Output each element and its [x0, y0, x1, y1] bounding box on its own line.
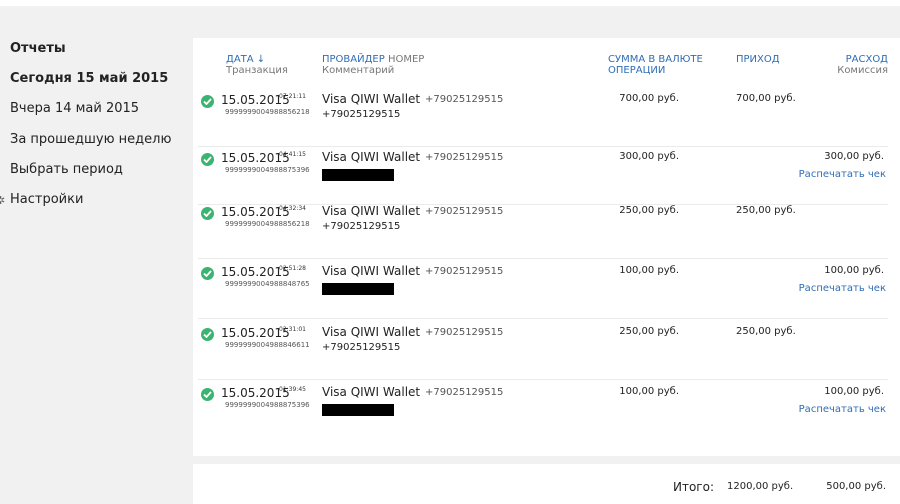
row-time: 02:31:01 [279, 326, 306, 333]
row-time: 02:51:28 [279, 265, 306, 272]
totals-label: Итого: [673, 480, 714, 494]
row-txid: 9999999004988856218 [225, 108, 310, 116]
row-expense: 300,00 руб. [824, 151, 884, 162]
row-income: 700,00 руб. [736, 93, 796, 104]
success-check-icon [201, 267, 214, 280]
row-amount: 250,00 руб. [619, 326, 679, 337]
header-amount: СУММА В ВАЛЮТЕ ОПЕРАЦИИ [608, 54, 703, 76]
row-provider: Visa QIWI Wallet [322, 264, 421, 278]
sidebar-item-settings[interactable]: Настройки [10, 192, 83, 207]
totals-footer: Итого: 1200,00 руб. 500,00 руб. [193, 464, 900, 504]
row-time: 04:41:15 [279, 151, 306, 158]
row-comment: +79025129515 [322, 342, 401, 353]
sort-amount-link-line2[interactable]: ОПЕРАЦИИ [608, 65, 665, 76]
row-expense: 100,00 руб. [824, 386, 884, 397]
row-income: 250,00 руб. [736, 326, 796, 337]
row-txid: 9999999004988856218 [225, 220, 310, 228]
header-provider: ПРОВАЙДЕР НОМЕР Комментарий [322, 54, 424, 76]
header-comment: Комментарий [322, 65, 395, 76]
row-amount: 700,00 руб. [619, 93, 679, 104]
success-check-icon [201, 95, 214, 108]
row-amount: 250,00 руб. [619, 205, 679, 216]
header-income: ПРИХОД [736, 54, 780, 65]
row-txid: 9999999004988846611 [225, 341, 310, 349]
transactions-panel: ДАТА ↓ Транзакция ПРОВАЙДЕР НОМЕР Коммен… [193, 38, 900, 456]
sort-expense-link[interactable]: РАСХОД [846, 54, 888, 65]
row-number: +79025129515 [425, 266, 504, 277]
row-provider: Visa QIWI Wallet [322, 150, 421, 164]
sidebar-item-today[interactable]: Сегодня 15 май 2015 [10, 71, 168, 86]
row-provider: Visa QIWI Wallet [322, 92, 421, 106]
sidebar-item-last-week[interactable]: За прошедшую неделю [10, 132, 171, 147]
row-provider: Visa QIWI Wallet [322, 385, 421, 399]
sidebar-item-yesterday[interactable]: Вчера 14 май 2015 [10, 101, 139, 116]
sidebar-item-select-period[interactable]: Выбрать период [10, 162, 123, 177]
header-transaction: Транзакция [226, 65, 288, 76]
table-row[interactable]: 15.05.2015 02:31:01 9999999004988846611 … [193, 320, 900, 380]
redacted-comment [322, 169, 394, 181]
row-comment: +79025129515 [322, 221, 401, 232]
header-commission: Комиссия [837, 65, 888, 76]
row-time: 04:32:34 [279, 205, 306, 212]
row-expense: 100,00 руб. [824, 265, 884, 276]
header-number: НОМЕР [387, 54, 425, 65]
row-txid: 9999999004988875396 [225, 401, 310, 409]
table-row[interactable]: 15.05.2015 01:39:45 9999999004988875396 … [193, 380, 900, 440]
row-number: +79025129515 [425, 387, 504, 398]
header-expense: РАСХОД Комиссия [837, 54, 888, 76]
top-bar [0, 0, 900, 6]
table-row[interactable]: 15.05.2015 02:51:28 9999999004988848765 … [193, 259, 900, 319]
success-check-icon [201, 207, 214, 220]
success-check-icon [201, 328, 214, 341]
success-check-icon [201, 153, 214, 166]
row-time: 01:39:45 [279, 386, 306, 393]
redacted-comment [322, 283, 394, 295]
row-number: +79025129515 [425, 327, 504, 338]
sort-amount-link[interactable]: СУММА В ВАЛЮТЕ [608, 54, 703, 65]
row-amount: 300,00 руб. [619, 151, 679, 162]
totals-expense: 500,00 руб. [826, 481, 886, 492]
success-check-icon [201, 388, 214, 401]
gear-icon[interactable]: ✲ [0, 194, 5, 207]
row-income: 250,00 руб. [736, 205, 796, 216]
table-row[interactable]: 15.05.2015 04:32:34 9999999004988856218 … [193, 199, 900, 259]
redacted-comment [322, 404, 394, 416]
row-number: +79025129515 [425, 206, 504, 217]
print-receipt-link[interactable]: Распечатать чек [799, 283, 886, 294]
table-row[interactable]: 15.05.2015 04:41:15 9999999004988875396 … [193, 145, 900, 205]
row-provider: Visa QIWI Wallet [322, 325, 421, 339]
row-txid: 9999999004988848765 [225, 280, 310, 288]
sort-date-link[interactable]: ДАТА ↓ [226, 54, 265, 65]
row-comment: +79025129515 [322, 109, 401, 120]
row-number: +79025129515 [425, 94, 504, 105]
row-provider: Visa QIWI Wallet [322, 204, 421, 218]
row-amount: 100,00 руб. [619, 386, 679, 397]
print-receipt-link[interactable]: Распечатать чек [799, 404, 886, 415]
row-number: +79025129515 [425, 152, 504, 163]
sidebar-title-reports[interactable]: Отчеты [10, 41, 66, 56]
row-amount: 100,00 руб. [619, 265, 679, 276]
totals-income: 1200,00 руб. [727, 481, 794, 492]
sort-provider-link[interactable]: ПРОВАЙДЕР [322, 54, 385, 65]
row-time: 07:21:11 [279, 93, 306, 100]
header-date: ДАТА ↓ Транзакция [226, 54, 288, 76]
sort-income-link[interactable]: ПРИХОД [736, 54, 780, 65]
print-receipt-link[interactable]: Распечатать чек [799, 169, 886, 180]
row-txid: 9999999004988875396 [225, 166, 310, 174]
row-divider [198, 318, 888, 319]
table-row[interactable]: 15.05.2015 07:21:11 9999999004988856218 … [193, 87, 900, 147]
